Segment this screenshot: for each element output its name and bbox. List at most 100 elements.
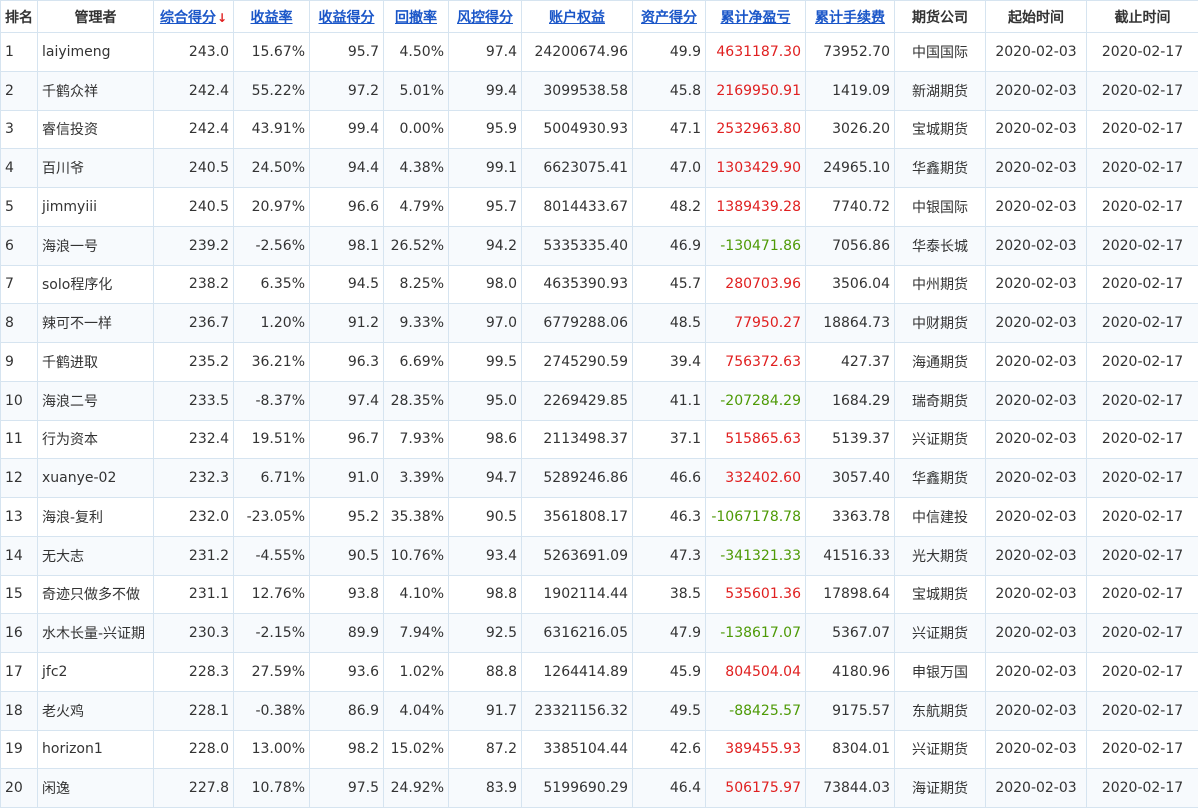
cell-score: 228.0 (154, 730, 234, 769)
cell-end: 2020-02-17 (1087, 304, 1198, 343)
cell-drawdown: 15.02% (384, 730, 449, 769)
cell-risk-score: 92.5 (449, 614, 522, 653)
cell-fees: 7740.72 (806, 188, 895, 227)
cell-end: 2020-02-17 (1087, 110, 1198, 149)
cell-equity: 1264414.89 (522, 653, 633, 692)
cell-risk-score: 93.4 (449, 536, 522, 575)
cell-manager: laiyimeng (38, 33, 154, 72)
cell-start: 2020-02-03 (986, 769, 1087, 808)
cell-manager: 睿信投资 (38, 110, 154, 149)
cell-pnl: -1067178.78 (706, 498, 806, 537)
cell-return: 24.50% (234, 149, 310, 188)
cell-rank: 19 (1, 730, 38, 769)
table-row: 11行为资本232.419.51%96.77.93%98.62113498.37… (1, 420, 1198, 459)
column-header-fees[interactable]: 累计手续费 (806, 1, 895, 33)
cell-pnl: 535601.36 (706, 575, 806, 614)
cell-return-score: 98.2 (310, 730, 384, 769)
cell-start: 2020-02-03 (986, 614, 1087, 653)
cell-return-score: 91.2 (310, 304, 384, 343)
cell-score: 232.0 (154, 498, 234, 537)
cell-drawdown: 0.00% (384, 110, 449, 149)
cell-company: 宝城期货 (895, 575, 986, 614)
cell-manager: xuanye-02 (38, 459, 154, 498)
table-row: 14无大志231.2-4.55%90.510.76%93.45263691.09… (1, 536, 1198, 575)
cell-drawdown: 4.38% (384, 149, 449, 188)
cell-equity: 1902114.44 (522, 575, 633, 614)
cell-end: 2020-02-17 (1087, 149, 1198, 188)
cell-drawdown: 6.69% (384, 343, 449, 382)
cell-fees: 427.37 (806, 343, 895, 382)
column-header-risk-score[interactable]: 风控得分 (449, 1, 522, 33)
cell-asset-score: 47.3 (633, 536, 706, 575)
cell-asset-score: 45.8 (633, 71, 706, 110)
cell-return: -2.56% (234, 226, 310, 265)
cell-start: 2020-02-03 (986, 420, 1087, 459)
cell-return-score: 93.6 (310, 653, 384, 692)
table-row: 13海浪-复利232.0-23.05%95.235.38%90.53561808… (1, 498, 1198, 537)
column-header-drawdown[interactable]: 回撤率 (384, 1, 449, 33)
cell-start: 2020-02-03 (986, 149, 1087, 188)
cell-company: 宝城期货 (895, 110, 986, 149)
cell-fees: 1684.29 (806, 381, 895, 420)
cell-start: 2020-02-03 (986, 498, 1087, 537)
cell-score: 239.2 (154, 226, 234, 265)
column-header-return[interactable]: 收益率 (234, 1, 310, 33)
cell-asset-score: 49.9 (633, 33, 706, 72)
cell-rank: 3 (1, 110, 38, 149)
cell-start: 2020-02-03 (986, 730, 1087, 769)
column-header-asset-score[interactable]: 资产得分 (633, 1, 706, 33)
column-header-pnl[interactable]: 累计净盈亏 (706, 1, 806, 33)
cell-rank: 7 (1, 265, 38, 304)
cell-company: 海证期货 (895, 769, 986, 808)
cell-return-score: 96.3 (310, 343, 384, 382)
cell-asset-score: 46.3 (633, 498, 706, 537)
cell-fees: 24965.10 (806, 149, 895, 188)
cell-equity: 2113498.37 (522, 420, 633, 459)
cell-start: 2020-02-03 (986, 304, 1087, 343)
cell-risk-score: 99.4 (449, 71, 522, 110)
table-row: 12xuanye-02232.36.71%91.03.39%94.7528924… (1, 459, 1198, 498)
cell-asset-score: 47.1 (633, 110, 706, 149)
column-header-score[interactable]: 综合得分↓ (154, 1, 234, 33)
table-row: 16水木长量-兴证期230.3-2.15%89.97.94%92.5631621… (1, 614, 1198, 653)
cell-asset-score: 48.2 (633, 188, 706, 227)
cell-company: 东航期货 (895, 691, 986, 730)
column-header-label: 回撤率 (395, 10, 437, 26)
cell-risk-score: 94.2 (449, 226, 522, 265)
cell-manager: 海浪-复利 (38, 498, 154, 537)
cell-return: 10.78% (234, 769, 310, 808)
cell-end: 2020-02-17 (1087, 498, 1198, 537)
cell-drawdown: 28.35% (384, 381, 449, 420)
cell-score: 232.4 (154, 420, 234, 459)
cell-rank: 16 (1, 614, 38, 653)
cell-manager: 海浪二号 (38, 381, 154, 420)
cell-rank: 18 (1, 691, 38, 730)
cell-equity: 5335335.40 (522, 226, 633, 265)
cell-end: 2020-02-17 (1087, 459, 1198, 498)
cell-equity: 3385104.44 (522, 730, 633, 769)
column-header-equity[interactable]: 账户权益 (522, 1, 633, 33)
cell-equity: 3561808.17 (522, 498, 633, 537)
column-header-return-score[interactable]: 收益得分 (310, 1, 384, 33)
cell-end: 2020-02-17 (1087, 575, 1198, 614)
table-row: 4百川爷240.524.50%94.44.38%99.16623075.4147… (1, 149, 1198, 188)
cell-rank: 5 (1, 188, 38, 227)
cell-pnl: 77950.27 (706, 304, 806, 343)
cell-manager: jimmyiii (38, 188, 154, 227)
cell-equity: 2269429.85 (522, 381, 633, 420)
cell-start: 2020-02-03 (986, 71, 1087, 110)
cell-return-score: 91.0 (310, 459, 384, 498)
cell-rank: 11 (1, 420, 38, 459)
cell-return: 36.21% (234, 343, 310, 382)
cell-start: 2020-02-03 (986, 110, 1087, 149)
cell-risk-score: 94.7 (449, 459, 522, 498)
cell-return: 12.76% (234, 575, 310, 614)
cell-manager: 千鹤进取 (38, 343, 154, 382)
cell-end: 2020-02-17 (1087, 730, 1198, 769)
cell-score: 240.5 (154, 188, 234, 227)
cell-manager: 老火鸡 (38, 691, 154, 730)
cell-start: 2020-02-03 (986, 343, 1087, 382)
cell-risk-score: 97.0 (449, 304, 522, 343)
cell-pnl: 2532963.80 (706, 110, 806, 149)
cell-equity: 4635390.93 (522, 265, 633, 304)
